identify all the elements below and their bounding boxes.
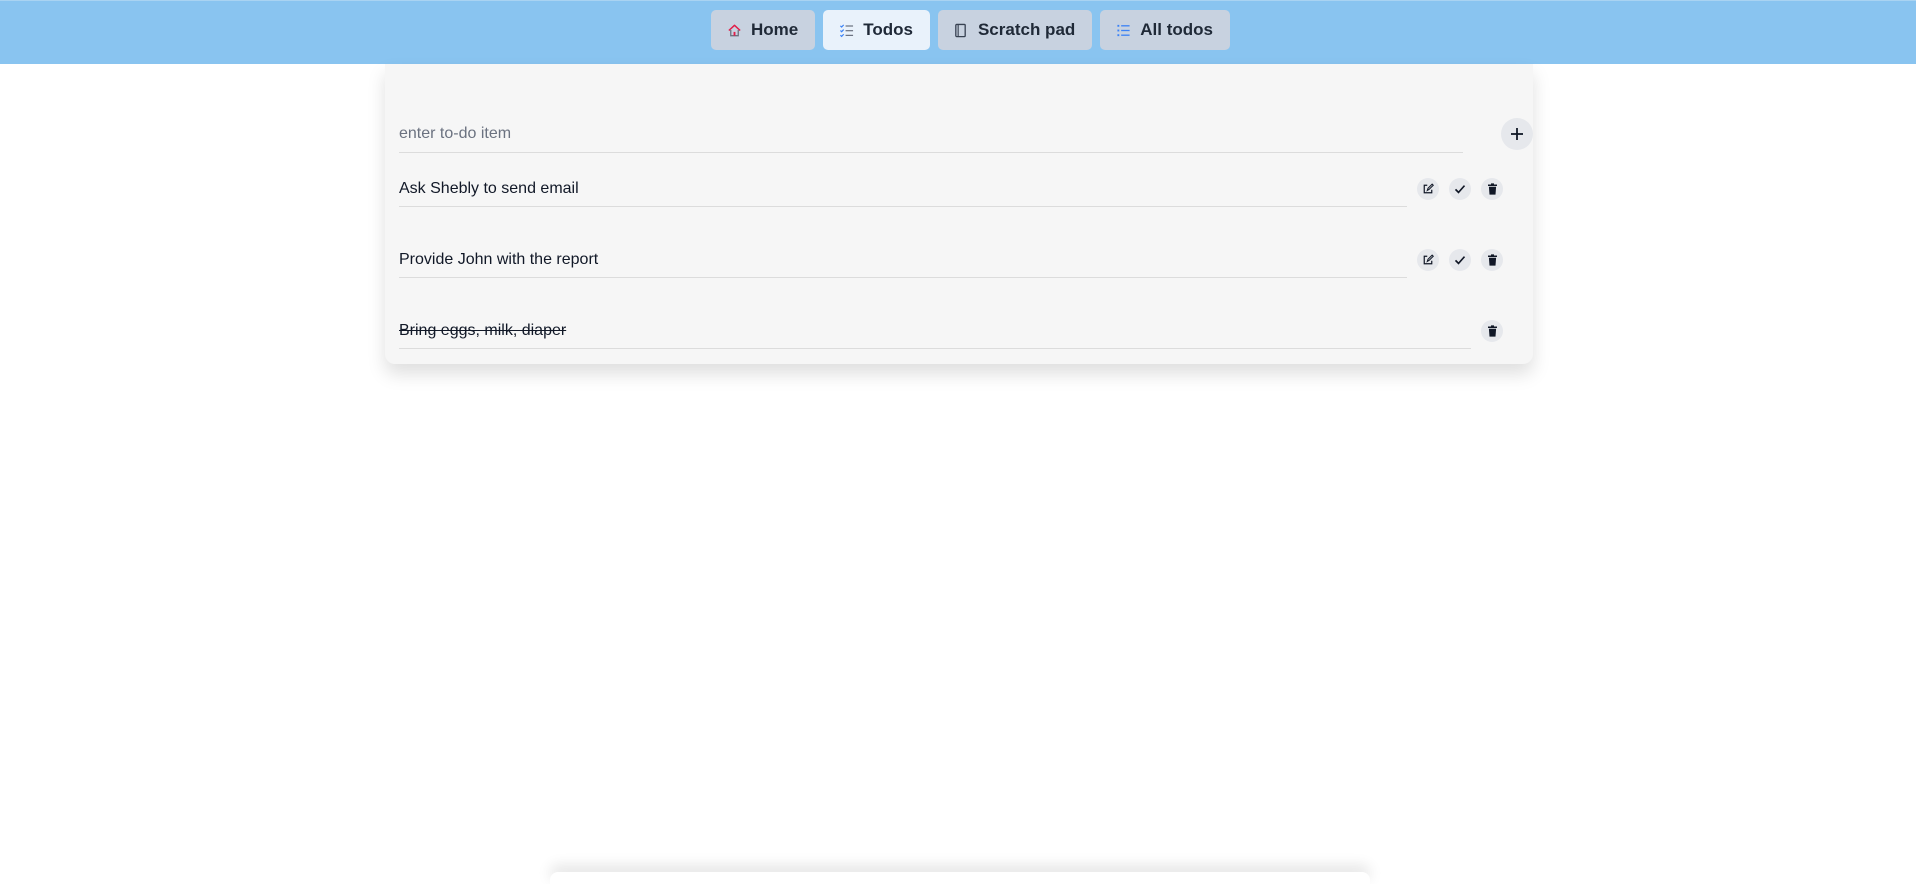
nav-scratch-pad-button[interactable]: Scratch pad	[937, 10, 1093, 50]
delete-todo-button[interactable]	[1481, 320, 1503, 342]
delete-todo-button[interactable]	[1481, 178, 1503, 200]
notebook-icon	[953, 22, 969, 38]
complete-todo-button[interactable]	[1449, 249, 1471, 271]
edit-todo-button[interactable]	[1417, 249, 1439, 271]
todo-item-text[interactable]: Ask Shebly to send email	[399, 172, 1407, 207]
edit-icon	[1422, 183, 1434, 195]
edit-icon	[1422, 254, 1434, 266]
check-icon	[1454, 254, 1466, 266]
todo-item-completed: Bring eggs, milk, diaper	[399, 314, 1519, 354]
nav-home-button[interactable]: Home	[711, 10, 816, 50]
edit-todo-button[interactable]	[1417, 178, 1439, 200]
trash-icon	[1487, 254, 1498, 266]
list-icon	[1115, 22, 1131, 38]
top-navigation-bar: Home Todos Scratch pad All todos	[0, 0, 1916, 64]
trash-icon	[1487, 325, 1498, 337]
nav-all-todos-button[interactable]: All todos	[1100, 10, 1230, 50]
nav-todos-label: Todos	[863, 20, 913, 39]
delete-todo-button[interactable]	[1481, 249, 1503, 271]
todo-item: Ask Shebly to send email	[399, 172, 1519, 212]
checklist-icon	[838, 22, 854, 38]
todo-item-text[interactable]: Bring eggs, milk, diaper	[399, 314, 1471, 349]
check-icon	[1454, 183, 1466, 195]
todo-card: Ask Shebly to send email	[385, 64, 1533, 364]
complete-todo-button[interactable]	[1449, 178, 1471, 200]
nav-home-label: Home	[751, 20, 799, 39]
nav-menu: Home Todos Scratch pad All todos	[711, 10, 1230, 50]
todo-item-text[interactable]: Provide John with the report	[399, 243, 1407, 278]
plus-icon	[1509, 126, 1525, 142]
add-todo-row	[399, 116, 1533, 156]
bottom-panel-edge	[550, 872, 1370, 884]
home-icon	[726, 22, 742, 38]
add-todo-button[interactable]	[1501, 118, 1533, 150]
nav-scratch-pad-label: Scratch pad	[977, 20, 1076, 39]
trash-icon	[1487, 183, 1498, 195]
nav-all-todos-label: All todos	[1140, 20, 1213, 39]
nav-todos-button[interactable]: Todos	[823, 10, 930, 50]
todo-input[interactable]	[399, 116, 1463, 153]
todo-item: Provide John with the report	[399, 243, 1519, 283]
